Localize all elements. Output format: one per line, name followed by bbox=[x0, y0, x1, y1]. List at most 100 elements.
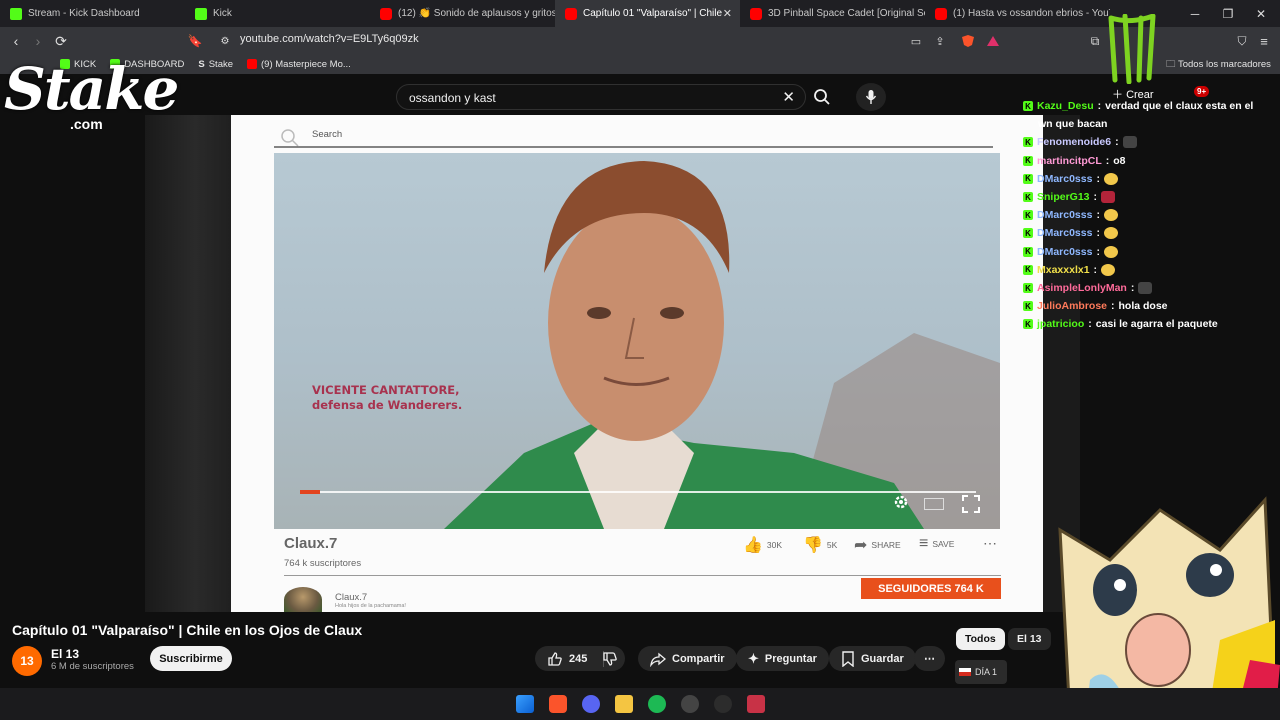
more-actions-button[interactable]: ⋯ bbox=[914, 646, 945, 671]
vpn-icon[interactable]: ⛉ bbox=[1232, 31, 1252, 51]
chat-username: JulioAmbrose bbox=[1037, 300, 1108, 313]
settings-gear-icon[interactable] bbox=[892, 493, 910, 511]
inner-channel-name: Claux.7 bbox=[335, 592, 368, 603]
all-bookmarks[interactable]: 🗀 Todos los marcadores bbox=[1166, 57, 1271, 73]
search-input[interactable]: ossandon y kast ✕ bbox=[396, 84, 806, 110]
filter-chip-el13[interactable]: El 13 bbox=[1008, 628, 1051, 650]
close-window-button[interactable]: ✕ bbox=[1244, 0, 1278, 27]
chat-separator: : bbox=[1097, 100, 1102, 112]
browser-tab-active[interactable]: Capítulo 01 "Valparaíso" | Chile ✕ bbox=[555, 0, 740, 27]
bookmark-stake[interactable]: S Stake bbox=[198, 59, 233, 70]
search-button[interactable] bbox=[806, 84, 838, 110]
voice-search-button[interactable] bbox=[856, 83, 886, 111]
clear-search-icon[interactable]: ✕ bbox=[782, 88, 795, 106]
channel-avatar[interactable]: 13 bbox=[12, 646, 42, 676]
portrait-illustration bbox=[444, 161, 1000, 529]
restore-button[interactable]: ❐ bbox=[1211, 0, 1245, 27]
file-explorer-icon[interactable] bbox=[615, 695, 633, 713]
app-icon[interactable] bbox=[747, 695, 765, 713]
kick-badge-icon: K bbox=[1023, 319, 1033, 330]
day-badge: DÍA 1 bbox=[955, 660, 1007, 684]
kick-badge-icon: K bbox=[1023, 155, 1033, 166]
close-tab-icon[interactable]: ✕ bbox=[723, 7, 732, 20]
thumbs-down-icon: 👎 bbox=[803, 537, 823, 554]
miniplayer-icon[interactable] bbox=[924, 498, 944, 510]
menu-icon[interactable]: ≡ bbox=[1254, 31, 1274, 51]
chat-message: K DMarc0sss: bbox=[1023, 172, 1118, 185]
app-icon[interactable] bbox=[681, 695, 699, 713]
chat-message: Kjpatricioo: casi le agarra el paquete bbox=[1023, 318, 1218, 330]
inner-share: ➦ SHARE bbox=[854, 537, 901, 554]
share-icon bbox=[650, 652, 666, 667]
chat-message: wn que bacan bbox=[1038, 118, 1107, 130]
obs-icon[interactable] bbox=[714, 695, 732, 713]
progress-fill bbox=[300, 490, 321, 494]
taskbar bbox=[0, 688, 1280, 720]
windows-start-icon[interactable] bbox=[516, 695, 534, 713]
thumbs-down-icon bbox=[603, 651, 617, 666]
stake-icon: S bbox=[198, 58, 205, 70]
brave-shield-icon[interactable] bbox=[958, 31, 978, 51]
browser-tab[interactable]: Stream - Kick Dashboard bbox=[0, 0, 185, 27]
brave-rewards-icon[interactable] bbox=[983, 31, 1003, 51]
more-icon: ⋯ bbox=[924, 653, 935, 665]
fullscreen-icon[interactable] bbox=[962, 495, 980, 513]
extensions-icon[interactable]: ⧉ bbox=[1085, 31, 1105, 51]
monster-energy-logo bbox=[1108, 14, 1156, 84]
folder-icon: 🗀 bbox=[1166, 59, 1178, 70]
chat-separator: : bbox=[1096, 245, 1100, 258]
browser-tab[interactable]: (1) Hasta vs ossandon ebrios - YouTu bbox=[925, 0, 1110, 27]
cast-icon[interactable]: ▭ bbox=[906, 31, 926, 51]
kick-badge-icon: K bbox=[1023, 301, 1033, 312]
chat-username: SniperG13 bbox=[1037, 191, 1090, 203]
thumbs-up-icon bbox=[548, 651, 562, 666]
brave-browser-icon[interactable] bbox=[549, 695, 567, 713]
reload-button[interactable]: ⟳ bbox=[51, 31, 71, 51]
save-button[interactable]: Guardar bbox=[829, 646, 916, 671]
chat-separator: : bbox=[1088, 318, 1092, 331]
kick-badge-icon: K bbox=[1023, 173, 1033, 184]
url-field[interactable]: youtube.com/watch?v=E9LTy6q09zk bbox=[240, 33, 419, 45]
channel-name[interactable]: El 13 bbox=[51, 647, 79, 661]
browser-tab[interactable]: 3D Pinball Space Cadet [Original Sou bbox=[740, 0, 925, 27]
inner-channel-tagline: Hola hijos de la pachamama! bbox=[335, 603, 406, 609]
avatar bbox=[284, 587, 322, 612]
minimize-button[interactable]: ─ bbox=[1178, 0, 1212, 27]
chat-username: AsimpleLonlyMan bbox=[1037, 282, 1127, 294]
chat-message: K Fenomenoide6: bbox=[1023, 136, 1137, 149]
browser-tab[interactable]: (12) 👏 Sonido de aplausos y gritos bbox=[370, 0, 555, 27]
inner-like: 👍 30K bbox=[743, 537, 783, 554]
back-button[interactable]: ‹ bbox=[6, 31, 26, 51]
spotify-icon[interactable] bbox=[648, 695, 666, 713]
chat-text: o8 bbox=[1113, 154, 1126, 167]
subscribe-button[interactable]: Suscribirme bbox=[150, 646, 232, 671]
kick-badge-icon: K bbox=[1023, 101, 1033, 111]
emote-icon bbox=[1103, 209, 1118, 222]
share-button[interactable]: Compartir bbox=[638, 646, 737, 671]
chat-username: DMarc0sss bbox=[1037, 172, 1093, 185]
browser-tab[interactable]: Kick bbox=[185, 0, 370, 27]
youtube-icon bbox=[380, 7, 392, 20]
chat-username: DMarc0sss bbox=[1037, 209, 1093, 222]
sparkle-icon: ✦ bbox=[748, 650, 759, 666]
followers-banner: SEGUIDORES 764 K bbox=[861, 578, 1001, 599]
inner-channel-name: Claux.7 bbox=[284, 535, 338, 552]
filter-chip-todos[interactable]: Todos bbox=[956, 628, 1005, 650]
discord-icon[interactable] bbox=[582, 695, 600, 713]
ask-button[interactable]: ✦ Preguntar bbox=[736, 646, 829, 671]
address-bar: ‹ › ⟳ 🔖 ⚙ youtube.com/watch?v=E9LTy6q09z… bbox=[0, 27, 1280, 54]
video-progress-bar[interactable] bbox=[300, 490, 976, 494]
video-player[interactable]: Search VICENTE CANTATTORE, defensa de Wa… bbox=[231, 115, 1043, 612]
bookmark-masterpiece[interactable]: (9) Masterpiece Mo... bbox=[247, 59, 351, 70]
youtube-icon bbox=[565, 7, 577, 20]
site-info-icon[interactable]: ⚙ bbox=[215, 31, 235, 51]
share-icon[interactable]: ⇪ bbox=[930, 31, 950, 51]
background-texture bbox=[145, 115, 245, 612]
dislike-button[interactable] bbox=[598, 646, 622, 671]
kick-icon bbox=[195, 7, 207, 20]
bookmark-icon[interactable]: 🔖 bbox=[185, 31, 205, 51]
kick-badge-icon: K bbox=[1023, 137, 1033, 148]
chat-message: K Kazu_Desu: verdad que el claux esta en e… bbox=[1023, 100, 1253, 112]
chat-text: wn que bacan bbox=[1038, 118, 1108, 131]
forward-button[interactable]: › bbox=[28, 31, 48, 51]
